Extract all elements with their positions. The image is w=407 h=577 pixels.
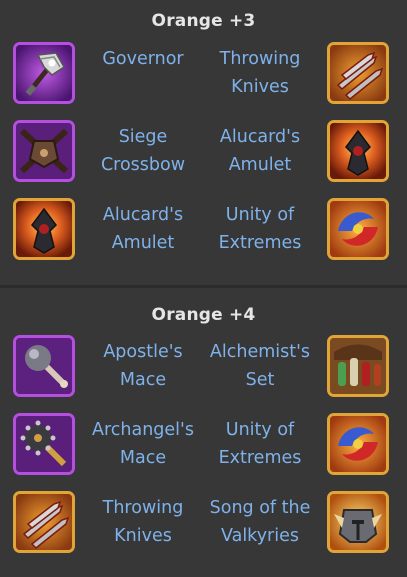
siege-crossbow-icon[interactable] [13, 120, 75, 182]
section-orange-4: Orange +4 Apostle's Mace Alchemist's Set [0, 288, 407, 577]
apostles-mace-icon[interactable] [13, 335, 75, 397]
song-of-the-valkyries-icon[interactable] [327, 491, 389, 553]
artifact-name: Archangel's Mace [92, 420, 194, 468]
artifact-row: Governor Throwing Knives [0, 42, 407, 110]
artifact-row: Alucard's Amulet Unity of Extremes [0, 198, 407, 266]
artifact-row: Throwing Knives Song of the Valkyries [0, 491, 407, 559]
unity-of-extremes-icon[interactable] [327, 198, 389, 260]
artifact-name: Throwing Knives [219, 49, 301, 97]
artifact-row: Archangel's Mace Unity of Extremes [0, 413, 407, 481]
alucards-amulet-icon[interactable] [327, 120, 389, 182]
throwing-knives-icon[interactable] [13, 491, 75, 553]
artifact-name: Siege Crossbow [100, 127, 186, 175]
alucards-amulet-icon[interactable] [13, 198, 75, 260]
artifact-name: Unity of Extremes [218, 205, 302, 253]
artifact-name: Throwing Knives [102, 498, 184, 546]
artifact-name: Apostle's Mace [103, 342, 183, 390]
artifact-name: Alucard's Amulet [219, 127, 301, 175]
artifact-name: Governor [102, 49, 184, 69]
section-title: Orange +3 [151, 11, 256, 31]
section-orange-3: Orange +3 Governor Throwing Knives Siege… [0, 0, 407, 285]
throwing-knives-icon[interactable] [327, 42, 389, 104]
archangels-mace-icon[interactable] [13, 413, 75, 475]
unity-of-extremes-icon[interactable] [327, 413, 389, 475]
artifact-name: Alchemist's Set [209, 342, 311, 390]
alchemists-set-icon[interactable] [327, 335, 389, 397]
artifact-name: Alucard's Amulet [102, 205, 184, 253]
artifact-row: Apostle's Mace Alchemist's Set [0, 335, 407, 403]
artifact-name: Song of the Valkyries [209, 498, 311, 546]
section-title: Orange +4 [151, 305, 256, 325]
artifact-name: Unity of Extremes [218, 420, 302, 468]
artifact-row: Siege Crossbow Alucard's Amulet [0, 120, 407, 188]
governor-axe-icon[interactable] [13, 42, 75, 104]
